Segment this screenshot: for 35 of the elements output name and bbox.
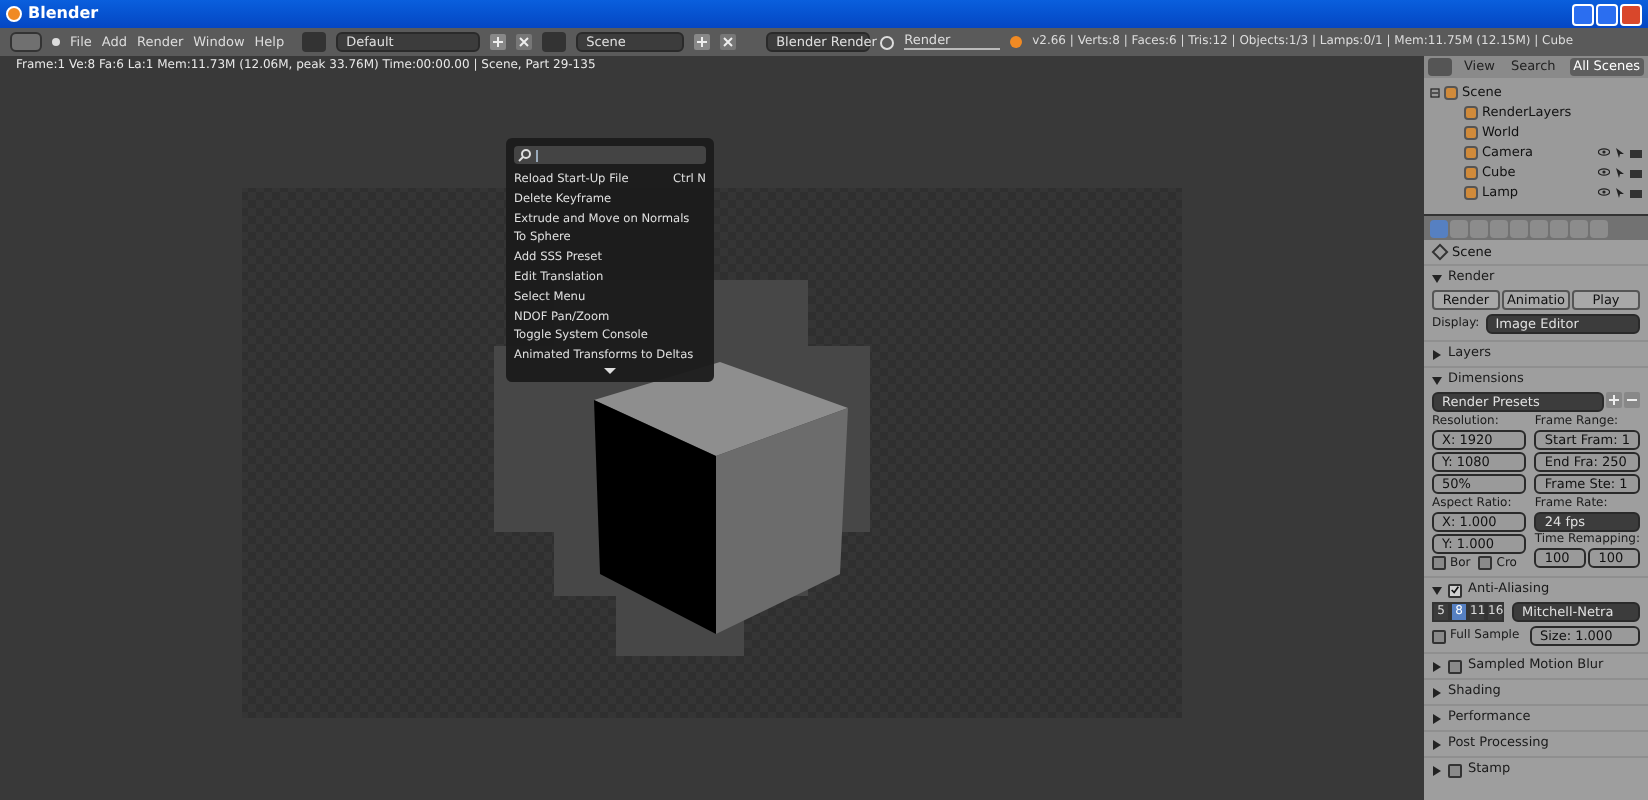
- collapse-icon[interactable]: [1430, 87, 1440, 97]
- remove-icon[interactable]: [1624, 392, 1640, 408]
- collapsed-triangle-icon[interactable]: [1432, 349, 1442, 359]
- checkbox[interactable]: [1432, 629, 1446, 643]
- app-logo-icon: [6, 6, 22, 22]
- eye-icon[interactable]: [1598, 187, 1610, 195]
- panel-checkbox[interactable]: [1448, 659, 1462, 673]
- close-button[interactable]: [1620, 3, 1642, 25]
- blender-logo-icon: [1010, 36, 1023, 48]
- expanded-triangle-icon[interactable]: [1432, 273, 1442, 283]
- expanded-triangle-icon[interactable]: [1432, 375, 1442, 385]
- window-title: Blender: [28, 6, 99, 22]
- eye-icon[interactable]: [1598, 167, 1610, 175]
- collapsed-triangle-icon[interactable]: [1432, 765, 1442, 775]
- add-icon[interactable]: [490, 34, 507, 50]
- add-icon[interactable]: [694, 34, 711, 50]
- panel-checkbox[interactable]: [1448, 583, 1462, 597]
- search-icon: [518, 148, 532, 162]
- cancel-icon[interactable]: [880, 35, 895, 49]
- add-icon[interactable]: [1606, 392, 1622, 408]
- close-icon[interactable]: [516, 34, 533, 50]
- search-input[interactable]: [514, 146, 706, 164]
- panel-checkbox[interactable]: [1448, 763, 1462, 777]
- close-icon[interactable]: [720, 34, 737, 50]
- minimize-button[interactable]: [1572, 3, 1594, 25]
- collapsed-triangle-icon[interactable]: [1432, 687, 1442, 697]
- expanded-triangle-icon[interactable]: [1432, 585, 1442, 595]
- collapsed-triangle-icon[interactable]: [1432, 661, 1442, 671]
- collapsed-triangle-icon[interactable]: [1432, 739, 1442, 749]
- collapsed-triangle-icon[interactable]: [1432, 713, 1442, 723]
- eye-icon[interactable]: [1598, 147, 1610, 155]
- scroll-down-icon[interactable]: [604, 367, 616, 374]
- checkbox[interactable]: [1432, 556, 1446, 570]
- maximize-button[interactable]: [1596, 3, 1618, 25]
- checkbox[interactable]: [1478, 556, 1493, 570]
